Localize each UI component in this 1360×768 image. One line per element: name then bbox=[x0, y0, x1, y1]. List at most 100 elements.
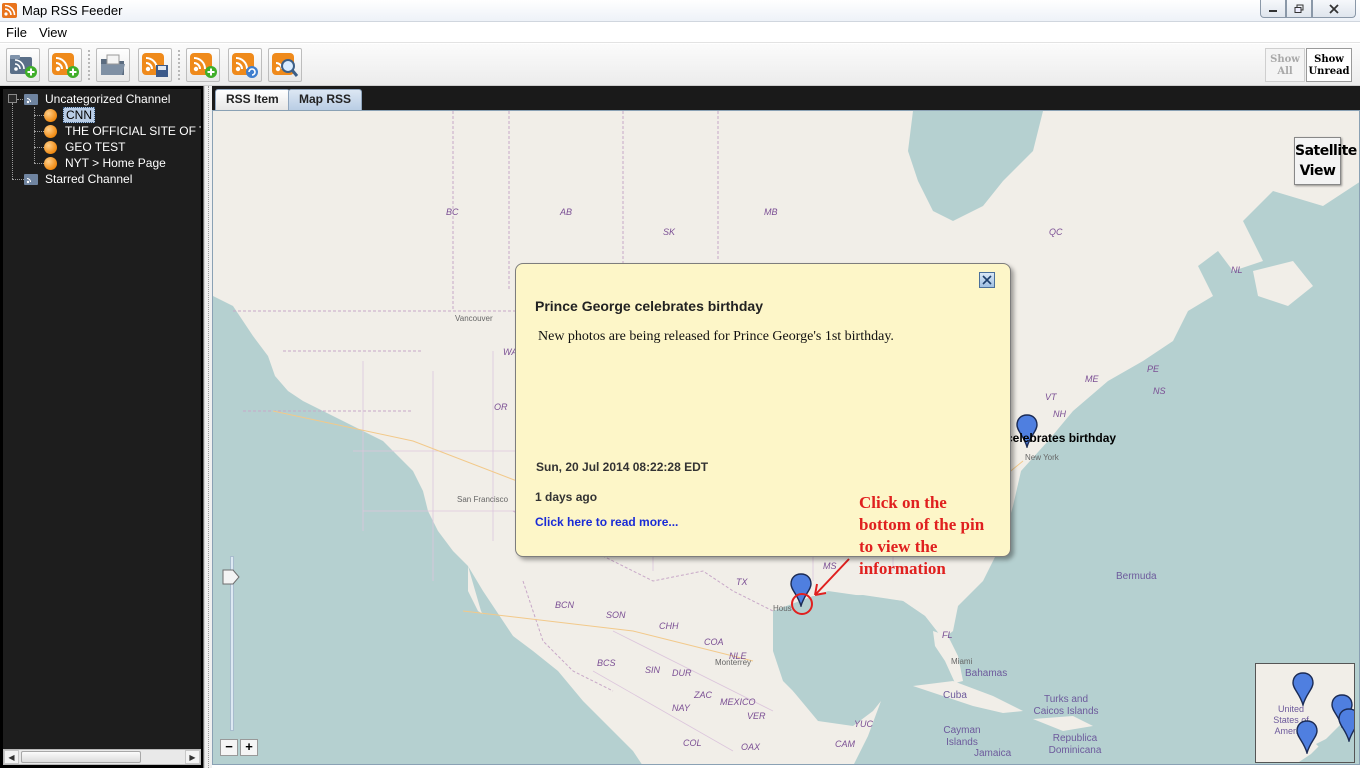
map-label-ab: AB bbox=[560, 207, 573, 217]
map-label-col: COL bbox=[683, 738, 702, 748]
map-label-or: OR bbox=[494, 402, 508, 412]
tree-channel-label: Uncategorized Channel bbox=[45, 92, 171, 106]
scroll-left-icon[interactable]: ◀ bbox=[4, 750, 19, 764]
map-label-vt: VT bbox=[1045, 392, 1057, 402]
search-feed-button[interactable] bbox=[268, 48, 302, 82]
map-label-nay: NAY bbox=[672, 703, 690, 713]
popup-age: 1 days ago bbox=[535, 490, 598, 504]
map-label-zac: ZAC bbox=[694, 690, 712, 700]
close-icon bbox=[982, 275, 992, 285]
refresh-feed-icon bbox=[232, 53, 258, 78]
channel-tree: Uncategorized Channel CNN THE OFFICIAL S… bbox=[3, 89, 201, 749]
tree-feed-label: GEO TEST bbox=[65, 140, 126, 154]
overview-minimap[interactable]: United States of America bbox=[1255, 663, 1355, 763]
popup-title: Prince George celebrates birthday bbox=[535, 298, 763, 314]
map-label-miami: Miami bbox=[951, 657, 973, 666]
map-label-jamaica: Jamaica bbox=[974, 748, 1012, 759]
app-rss-icon bbox=[2, 3, 17, 18]
zoom-slider-thumb[interactable] bbox=[222, 569, 240, 585]
map-label-qc: QC bbox=[1049, 227, 1063, 237]
scroll-right-icon[interactable]: ▶ bbox=[185, 750, 200, 764]
map-label-tx: TX bbox=[736, 577, 748, 587]
map-label-chh: CHH bbox=[659, 621, 679, 631]
map-label-bahamas: Bahamas bbox=[965, 668, 1008, 679]
satellite-view-button[interactable]: Satellite View bbox=[1294, 137, 1357, 185]
rss-feed-icon bbox=[44, 108, 57, 122]
popup-date: Sun, 20 Jul 2014 08:22:28 EDT bbox=[536, 460, 709, 474]
minimize-button[interactable] bbox=[1260, 0, 1286, 18]
tab-rss-item[interactable]: RSS Item bbox=[215, 89, 290, 110]
map-label-cayman: Cayman Islands bbox=[943, 725, 981, 748]
zoom-in-button[interactable]: + bbox=[240, 739, 258, 756]
minimap-pin bbox=[1292, 672, 1314, 706]
tree-expander[interactable] bbox=[8, 94, 17, 103]
restore-button[interactable] bbox=[1286, 0, 1312, 18]
map-label-vancouver: Vancouver bbox=[455, 314, 493, 323]
show-unread-button[interactable]: Show Unread bbox=[1306, 48, 1352, 82]
map-label-cam: CAM bbox=[835, 739, 855, 749]
window-title: Map RSS Feeder bbox=[22, 3, 123, 18]
feed-add-item-button[interactable] bbox=[186, 48, 220, 82]
show-all-button[interactable]: Show All bbox=[1265, 48, 1305, 82]
annotation-line: bottom of the pin bbox=[859, 515, 985, 534]
map-view[interactable]: BC AB SK MB QC NL PE ME NS VT NH Vancouv… bbox=[212, 110, 1360, 765]
tree-horizontal-scrollbar[interactable]: ◀ ▶ bbox=[3, 749, 201, 765]
add-feed-button[interactable] bbox=[48, 48, 82, 82]
minimize-icon bbox=[1269, 9, 1277, 12]
menu-file[interactable]: File bbox=[6, 25, 27, 40]
map-label-monterrey: Monterrey bbox=[715, 658, 752, 667]
close-button[interactable] bbox=[1312, 0, 1356, 18]
menu-bar: File View bbox=[0, 22, 1360, 43]
channel-icon bbox=[24, 94, 38, 105]
close-icon bbox=[1329, 3, 1339, 14]
tree-feed-official-site[interactable]: THE OFFICIAL SITE OF T bbox=[44, 123, 201, 139]
rss-feed-icon bbox=[44, 156, 57, 170]
annotation-text: Click on the bottom of the pin to view t… bbox=[859, 492, 1019, 580]
map-label-mexico: MEXICO bbox=[720, 697, 756, 707]
panel-splitter[interactable] bbox=[204, 86, 212, 768]
map-label-dur: DUR bbox=[672, 668, 692, 678]
map-label-bcn: BCN bbox=[555, 600, 575, 610]
pin-label: e celebrates birthday bbox=[996, 431, 1117, 445]
menu-view[interactable]: View bbox=[39, 25, 67, 40]
tree-channel-uncategorized[interactable]: Uncategorized Channel bbox=[24, 91, 172, 107]
tree-channel-starred[interactable]: Starred Channel bbox=[24, 171, 134, 187]
tab-bar: RSS Item Map RSS bbox=[212, 86, 1360, 110]
tree-feed-cnn[interactable]: CNN bbox=[44, 107, 95, 123]
refresh-feed-button[interactable] bbox=[228, 48, 262, 82]
add-channel-button[interactable] bbox=[6, 48, 40, 82]
map-label-dominicana: Republica Dominicana bbox=[1048, 733, 1102, 756]
tab-map-rss[interactable]: Map RSS bbox=[288, 89, 363, 110]
annotation-arrow bbox=[791, 558, 850, 615]
map-label-turks: Turks and Caicos Islands bbox=[1033, 694, 1099, 717]
open-folder-button[interactable] bbox=[96, 48, 130, 82]
map-label-new-york: New York bbox=[1025, 453, 1059, 462]
rss-feed-icon bbox=[44, 124, 57, 138]
view-label: View bbox=[1299, 163, 1336, 179]
tree-feed-geo-test[interactable]: GEO TEST bbox=[44, 139, 127, 155]
open-folder-icon bbox=[101, 54, 125, 75]
add-channel-icon bbox=[10, 55, 37, 78]
map-label-coa: COA bbox=[704, 637, 724, 647]
map-label-bcs: BCS bbox=[597, 658, 616, 668]
save-feed-button[interactable] bbox=[138, 48, 172, 82]
feed-add-item-icon bbox=[190, 53, 217, 78]
popup-read-more-link[interactable]: Click here to read more... bbox=[535, 515, 678, 529]
map-label-sk: SK bbox=[663, 227, 676, 237]
minimap-pin bbox=[1338, 708, 1354, 742]
annotation-line: Click on the bbox=[859, 493, 947, 512]
minimap-pin bbox=[1296, 720, 1318, 754]
map-label-nh: NH bbox=[1053, 409, 1066, 419]
map-label-bermuda: Bermuda bbox=[1116, 571, 1157, 582]
scroll-thumb[interactable] bbox=[21, 751, 141, 763]
add-feed-icon bbox=[52, 53, 79, 78]
restore-icon bbox=[1294, 4, 1304, 13]
tree-feed-nyt[interactable]: NYT > Home Page bbox=[44, 155, 168, 171]
map-label-mb: MB bbox=[764, 207, 778, 217]
map-label-pe: PE bbox=[1147, 364, 1160, 374]
map-label-sin: SIN bbox=[645, 665, 661, 675]
popup-close-button[interactable] bbox=[979, 272, 995, 288]
map-label-bc: BC bbox=[446, 207, 459, 217]
zoom-out-button[interactable]: − bbox=[220, 739, 238, 756]
annotation-line: to view the bbox=[859, 537, 938, 556]
